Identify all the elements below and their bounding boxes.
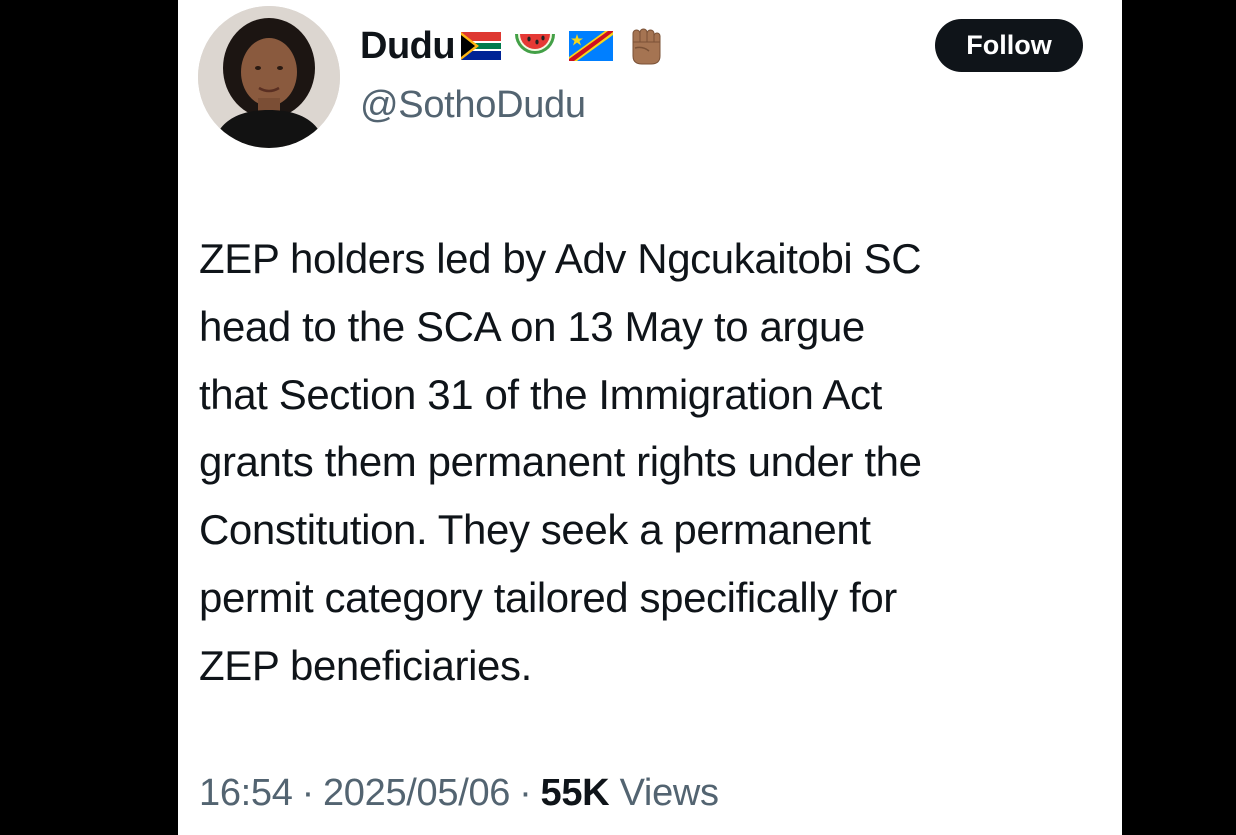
- tweet-date[interactable]: 2025/05/06: [323, 772, 510, 814]
- avatar-image: [198, 6, 340, 148]
- tweet-time[interactable]: 16:54: [199, 772, 293, 814]
- meta-separator: ·: [519, 772, 532, 814]
- avatar[interactable]: [198, 6, 340, 148]
- author-name-row: Dudu: [360, 18, 665, 74]
- tweet-text-line: Constitution. They seek a permanent: [199, 506, 871, 554]
- tweet-text-line: grants them permanent rights under the: [199, 438, 922, 486]
- tweet-text-line: ZEP beneficiaries.: [199, 641, 532, 689]
- follow-button[interactable]: Follow: [935, 19, 1083, 72]
- views-count[interactable]: 55K: [541, 772, 610, 814]
- author-display-name[interactable]: Dudu: [360, 25, 456, 68]
- tweet-text: ZEP holders led by Adv Ngcukaitobi SC he…: [199, 225, 1104, 700]
- tweet-text-line: permit category tailored specifically fo…: [199, 573, 897, 621]
- tweet-meta: 16:54 · 2025/05/06 · 55K Views: [199, 772, 719, 815]
- meta-separator: ·: [301, 772, 315, 814]
- raised-fist-icon: [625, 26, 665, 66]
- tweet-card: Dudu @SothoDudu Follow ZEP holders led b…: [178, 0, 1122, 835]
- tweet-text-line: that Section 31 of the Immigration Act: [199, 370, 882, 418]
- south-africa-flag-icon: [461, 32, 502, 60]
- watermelon-icon: [513, 28, 557, 64]
- drc-flag-icon: [569, 31, 614, 61]
- views-label: Views: [619, 772, 719, 814]
- tweet-text-line: ZEP holders led by Adv Ngcukaitobi SC: [199, 235, 922, 282]
- tweet-text-line: head to the SCA on 13 May to argue: [199, 302, 865, 350]
- author-handle[interactable]: @SothoDudu: [360, 84, 586, 127]
- screenshot-frame: Dudu @SothoDudu Follow ZEP holders led b…: [0, 0, 1236, 835]
